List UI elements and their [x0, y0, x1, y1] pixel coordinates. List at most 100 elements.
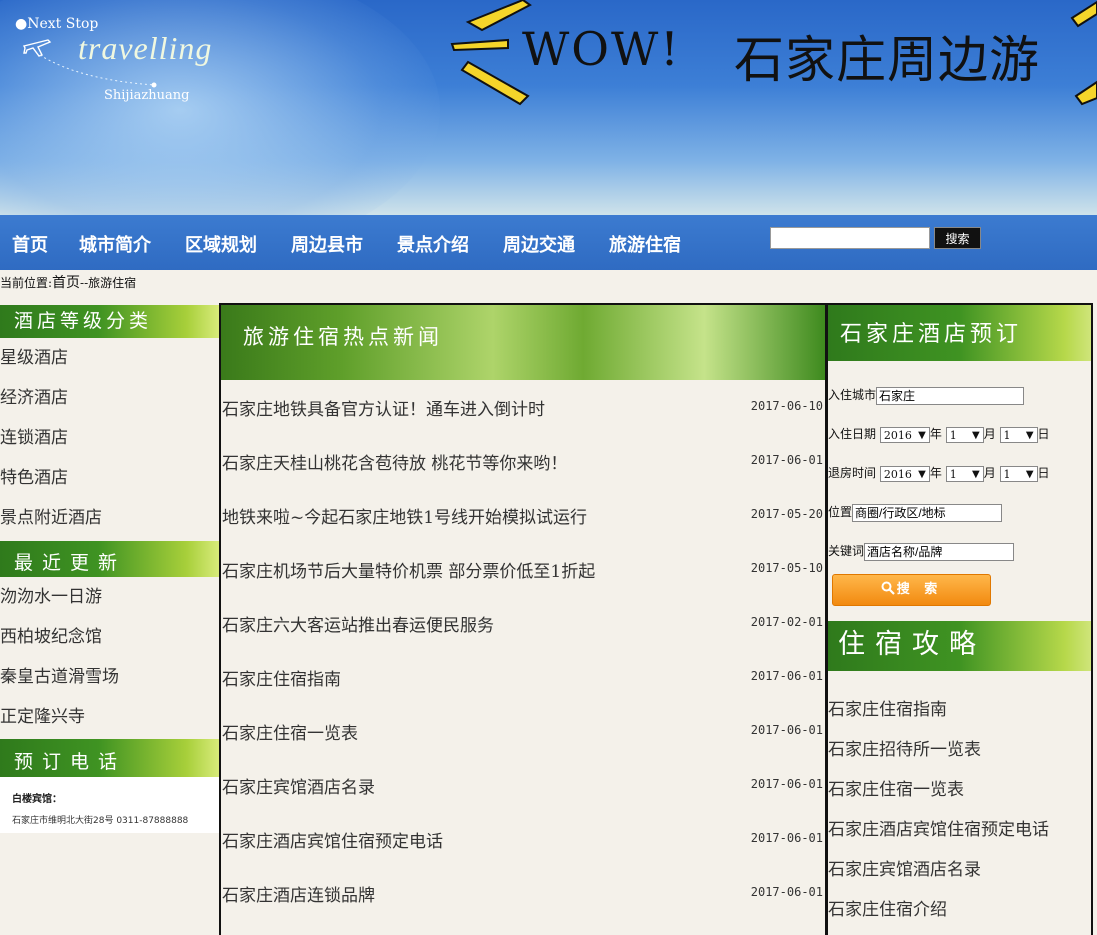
checkin-day-value: 1: [1003, 428, 1011, 442]
nav-nearby-counties[interactable]: 周边县市: [291, 231, 363, 257]
news-link[interactable]: 石家庄天桂山桃花含苞待放 桃花节等你来哟！: [222, 449, 567, 474]
keyword-row: 关键词: [828, 542, 1015, 561]
checkin-day-select[interactable]: 1 ▼: [999, 426, 1038, 443]
news-link[interactable]: 石家庄住宿一览表: [222, 719, 358, 744]
nav-attractions[interactable]: 景点介绍: [397, 231, 469, 257]
checkin-year-value: 2016: [883, 428, 912, 442]
header-banner: ●Next Stop travelling Shijiazhuang WOW! …: [0, 0, 1097, 215]
dropdown-arrow-icon: ▼: [918, 429, 926, 441]
news-date: 2017-06-01: [750, 831, 823, 845]
recent-item[interactable]: 西柏坡纪念馆: [0, 617, 219, 657]
contact-box: 白楼宾馆： 石家庄市维明北大街28号 0311-87888888: [0, 777, 219, 833]
dropdown-arrow-icon: ▼: [971, 429, 980, 441]
guide-link[interactable]: 石家庄住宿指南: [828, 695, 947, 720]
news-date: 2017-06-10: [750, 399, 823, 413]
booking-panel: 石家庄酒店预订 入住城市 入住日期 2016▼年 1▼月 1▼日 退房时间 20…: [826, 303, 1093, 935]
booking-phone-heading: 预订电话: [0, 739, 219, 777]
checkin-year-select[interactable]: 2016 ▼: [879, 426, 930, 443]
dropdown-arrow-icon: ▼: [971, 468, 980, 480]
month-unit: 月: [983, 466, 996, 480]
guide-link[interactable]: 石家庄宾馆酒店名录: [828, 855, 981, 880]
magnifier-icon: [881, 581, 895, 595]
month-unit: 月: [983, 427, 996, 441]
left-sidebar: 酒店等级分类 星级酒店 经济酒店 连锁酒店 特色酒店 景点附近酒店 最近更新 沕…: [0, 305, 219, 935]
dropdown-arrow-icon: ▼: [1025, 429, 1034, 441]
banner-title: 石家庄周边游: [734, 31, 1040, 89]
booking-heading: 石家庄酒店预订: [828, 305, 1091, 361]
keyword-input[interactable]: [864, 542, 1015, 561]
breadcrumb-home-link[interactable]: 首页: [52, 275, 80, 291]
breadcrumb-prefix: 当前位置:: [0, 276, 53, 290]
news-row: 石家庄六大客运站推出春运便民服务 2017-02-01: [221, 596, 825, 650]
year-unit: 年: [929, 427, 942, 441]
checkout-label: 退房时间: [828, 466, 877, 480]
location-label: 位置: [828, 505, 853, 519]
recent-item[interactable]: 正定隆兴寺: [0, 697, 219, 737]
checkout-year-value: 2016: [883, 467, 912, 481]
news-date: 2017-06-01: [750, 885, 823, 899]
day-unit: 日: [1037, 427, 1050, 441]
recent-item[interactable]: 秦皇古道滑雪场: [0, 657, 219, 697]
nav-transport[interactable]: 周边交通: [503, 231, 575, 257]
news-link[interactable]: 石家庄宾馆酒店名录: [222, 773, 375, 798]
hotel-level-item[interactable]: 星级酒店: [0, 338, 219, 378]
logo-travelling: travelling: [78, 30, 213, 66]
location-row: 位置: [828, 503, 1003, 522]
burst-right-decoration: [1070, 0, 1097, 106]
news-row: 石家庄住宿一览表 2017-06-01: [221, 704, 825, 758]
hotel-level-item[interactable]: 景点附近酒店: [0, 498, 219, 538]
keyword-label: 关键词: [828, 544, 865, 558]
news-link[interactable]: 石家庄地铁具备官方认证！通车进入倒计时: [222, 395, 545, 420]
nav-home[interactable]: 首页: [12, 231, 48, 257]
checkout-year-select[interactable]: 2016 ▼: [879, 465, 930, 482]
breadcrumb-current: --旅游住宿: [80, 276, 137, 290]
news-link[interactable]: 石家庄六大客运站推出春运便民服务: [222, 611, 494, 636]
news-link[interactable]: 地铁来啦~今起石家庄地铁1号线开始模拟试运行: [222, 503, 587, 528]
breadcrumb: 当前位置:首页--旅游住宿: [0, 272, 136, 292]
search-input[interactable]: [770, 227, 930, 249]
contact-address: 石家庄市维明北大街28号 0311-87888888: [12, 816, 189, 826]
checkout-row: 退房时间 2016 ▼ 年 1 ▼ 月 1 ▼ 日: [828, 464, 1050, 482]
news-date: 2017-06-01: [750, 723, 823, 737]
news-row: 石家庄天桂山桃花含苞待放 桃花节等你来哟！ 2017-06-01: [221, 434, 825, 488]
guide-link[interactable]: 石家庄酒店宾馆住宿预定电话: [828, 815, 1049, 840]
search-button[interactable]: 搜索: [934, 227, 981, 249]
news-link[interactable]: 石家庄酒店宾馆住宿预定电话: [222, 827, 443, 852]
guide-link[interactable]: 石家庄招待所一览表: [828, 735, 981, 760]
news-date: 2017-06-01: [750, 777, 823, 791]
news-row: 石家庄宾馆酒店名录 2017-06-01: [221, 758, 825, 812]
banner-glow: [0, 0, 440, 215]
dropdown-arrow-icon: ▼: [918, 468, 926, 480]
news-link[interactable]: 石家庄住宿指南: [222, 665, 341, 690]
city-input[interactable]: [876, 386, 1025, 405]
news-date: 2017-02-01: [750, 615, 823, 629]
recent-item[interactable]: 沕沕水一日游: [0, 577, 219, 617]
checkout-day-select[interactable]: 1 ▼: [999, 465, 1038, 482]
contact-name: 白楼宾馆：: [12, 794, 62, 805]
news-row: 石家庄酒店连锁品牌 2017-06-01: [221, 866, 825, 920]
news-link[interactable]: 石家庄机场节后大量特价机票 部分票价低至1折起: [222, 557, 595, 582]
guide-link[interactable]: 石家庄住宿介绍: [828, 895, 947, 920]
checkout-month-select[interactable]: 1 ▼: [945, 465, 984, 482]
logo-city: Shijiazhuang: [104, 88, 190, 103]
news-row: 石家庄地铁具备官方认证！通车进入倒计时 2017-06-10: [221, 380, 825, 434]
guide-link[interactable]: 石家庄住宿一览表: [828, 775, 964, 800]
news-date: 2017-06-01: [750, 453, 823, 467]
main-nav: 首页 城市简介 区域规划 周边县市 景点介绍 周边交通 旅游住宿 搜索: [0, 215, 1097, 270]
news-date: 2017-05-20: [750, 507, 823, 521]
checkin-row: 入住日期 2016 ▼ 年 1 ▼ 月 1 ▼ 日: [828, 425, 1050, 443]
banner-wow: WOW!: [522, 22, 681, 76]
nav-region-planning[interactable]: 区域规划: [185, 231, 257, 257]
hotel-level-item[interactable]: 连锁酒店: [0, 418, 219, 458]
hotel-level-item[interactable]: 特色酒店: [0, 458, 219, 498]
hotel-level-item[interactable]: 经济酒店: [0, 378, 219, 418]
year-unit: 年: [929, 466, 942, 480]
recent-updates-heading: 最近更新: [0, 541, 219, 577]
checkin-month-select[interactable]: 1 ▼: [945, 426, 984, 443]
nav-city-intro[interactable]: 城市简介: [79, 231, 151, 257]
location-input[interactable]: [852, 503, 1003, 522]
city-label: 入住城市: [828, 388, 877, 402]
nav-accommodation[interactable]: 旅游住宿: [609, 231, 681, 257]
hotel-search-button[interactable]: 搜 索: [832, 574, 991, 606]
news-link[interactable]: 石家庄酒店连锁品牌: [222, 881, 375, 906]
